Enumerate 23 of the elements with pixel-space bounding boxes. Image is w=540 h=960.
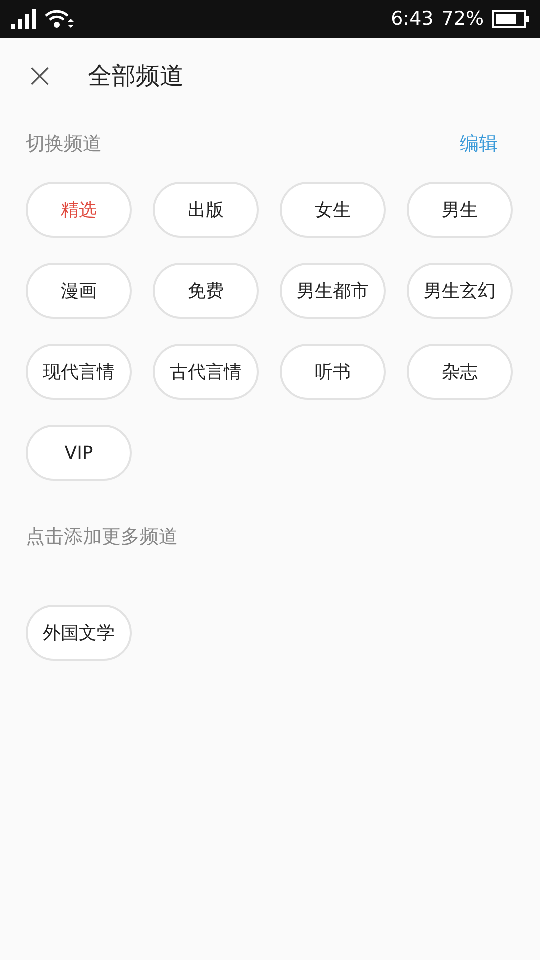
channel-chip[interactable]: 听书 — [280, 344, 386, 400]
channel-chip[interactable]: 免费 — [153, 263, 259, 319]
channel-chip[interactable]: 现代言情 — [26, 344, 132, 400]
wifi-icon — [44, 8, 74, 30]
close-button[interactable]: × — [20, 56, 60, 96]
channel-chip[interactable]: 男生都市 — [280, 263, 386, 319]
status-time: 6:43 — [391, 8, 434, 30]
channel-chip[interactable]: 男生 — [407, 182, 513, 238]
battery-icon — [492, 10, 530, 28]
channel-chip[interactable]: 杂志 — [407, 344, 513, 400]
channel-chip[interactable]: 出版 — [153, 182, 259, 238]
channel-chip[interactable]: 女生 — [280, 182, 386, 238]
battery-percent: 72% — [442, 8, 484, 30]
channel-chip[interactable]: 男生玄幻 — [407, 263, 513, 319]
channel-chip[interactable]: 古代言情 — [153, 344, 259, 400]
channel-chip[interactable]: 漫画 — [26, 263, 132, 319]
section-title: 点击添加更多频道 — [26, 525, 178, 550]
channel-chip[interactable]: 精选 — [26, 182, 132, 238]
channel-chip[interactable]: 外国文学 — [26, 605, 132, 661]
channel-chip[interactable]: VIP — [26, 425, 132, 481]
page-title: 全部频道 — [88, 61, 184, 92]
section-title: 切换频道 — [26, 132, 102, 157]
signal-icon — [10, 9, 36, 29]
